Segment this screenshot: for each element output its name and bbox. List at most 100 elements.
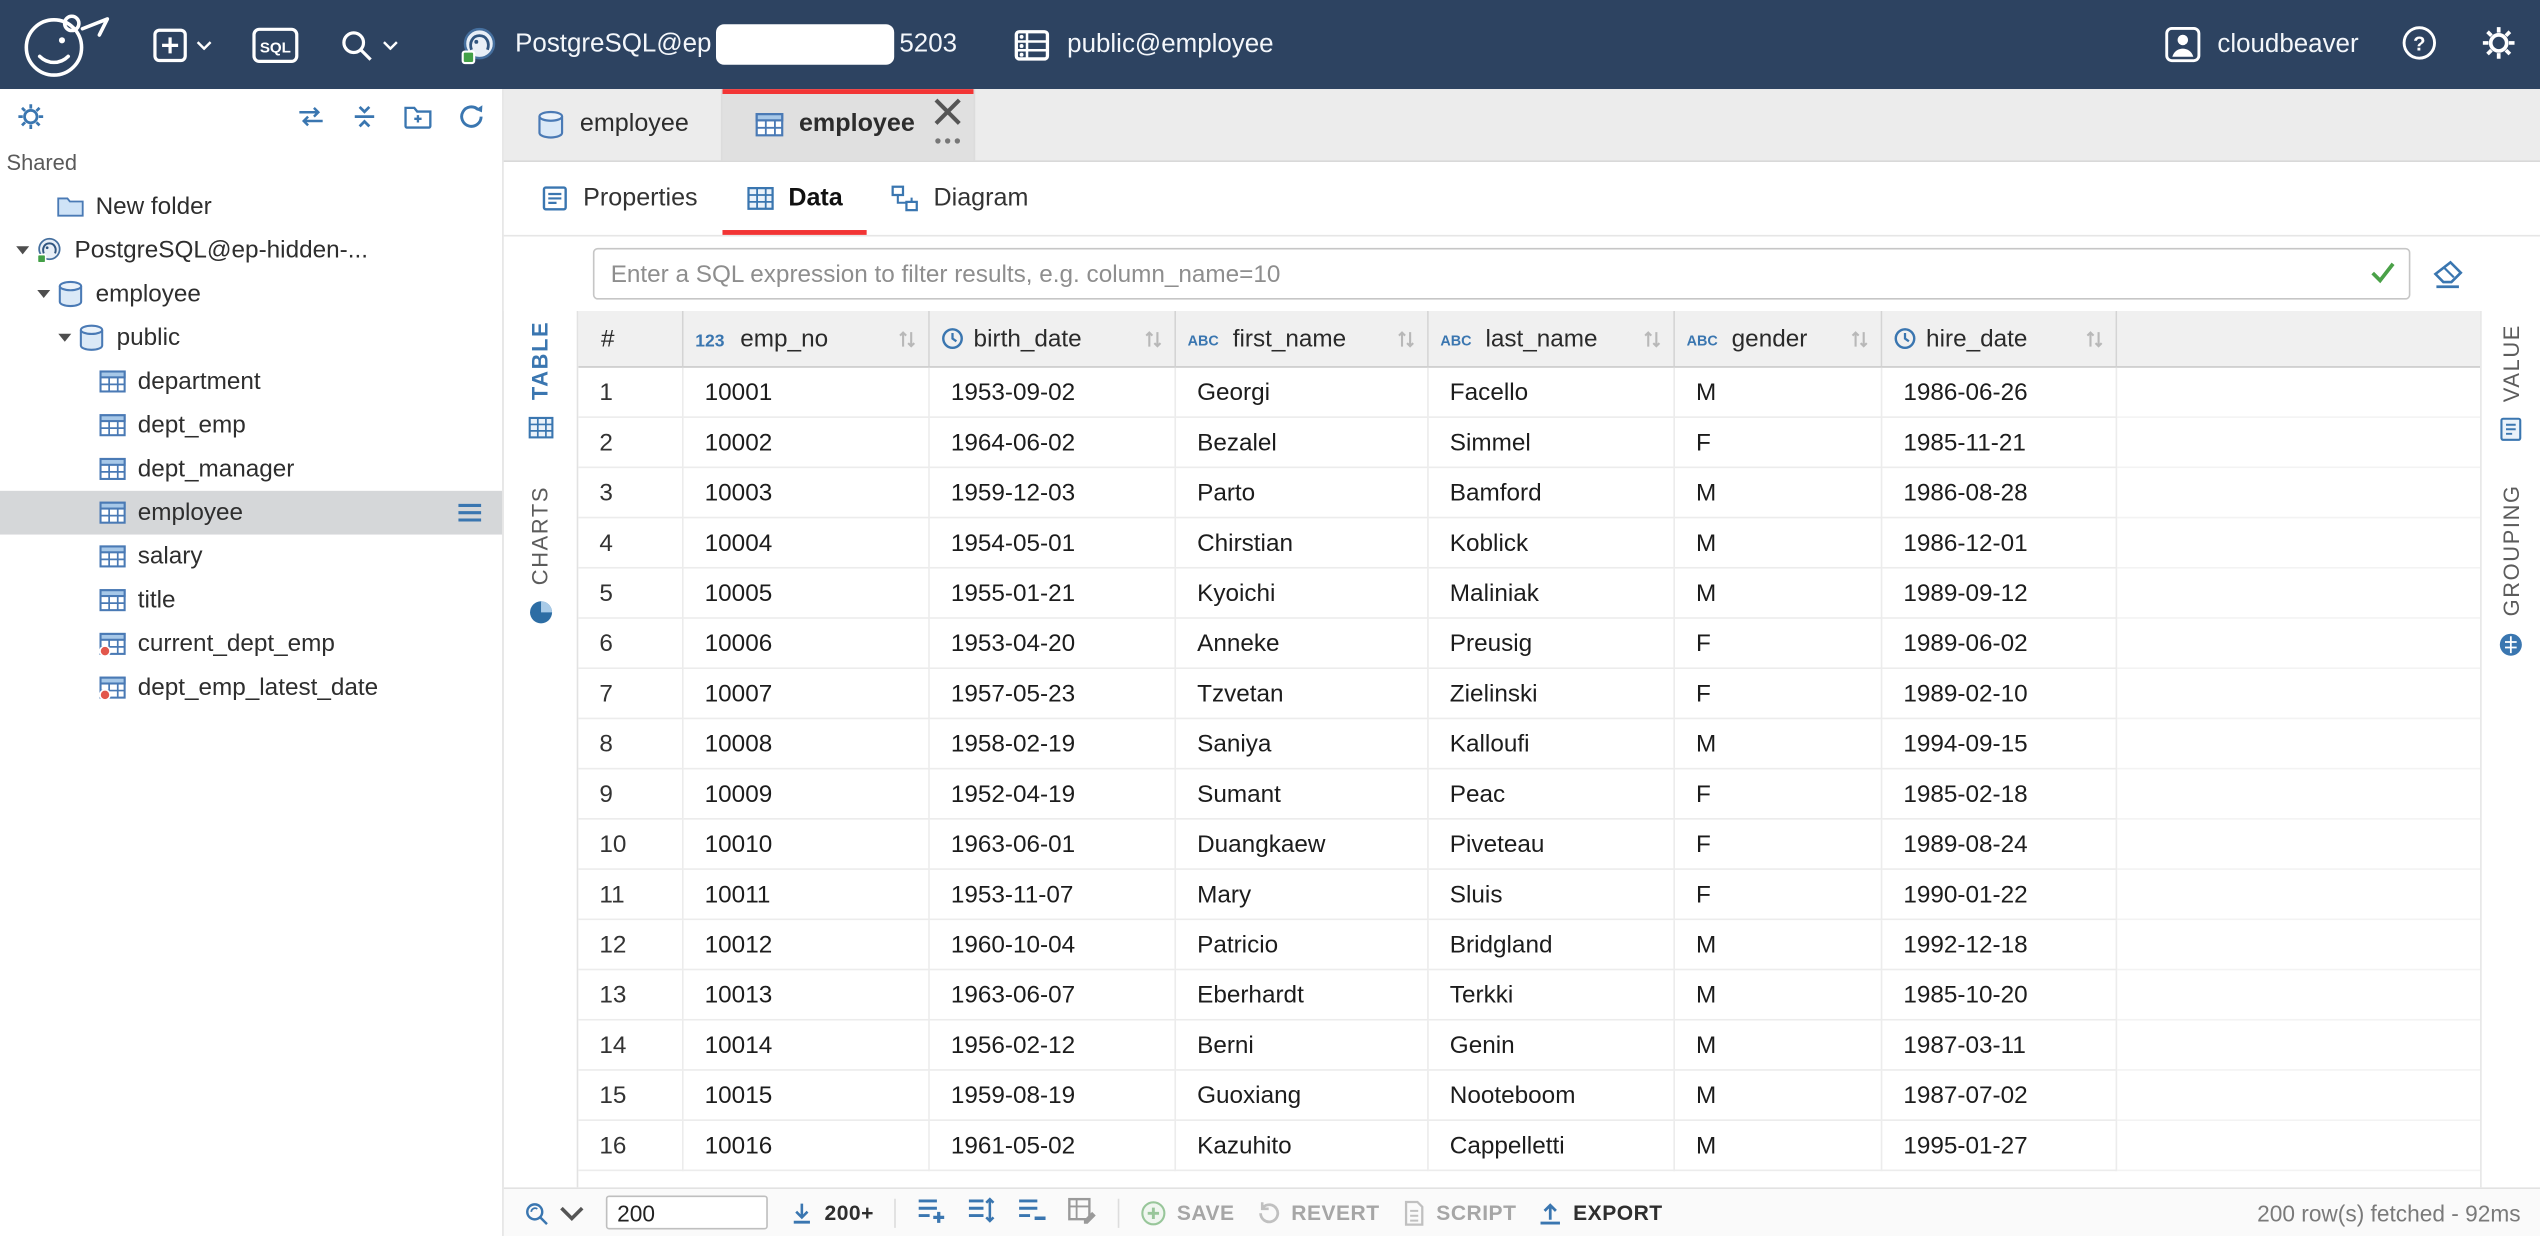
cell-emp_no[interactable]: 10014 [684, 1021, 930, 1071]
settings-button[interactable] [2480, 23, 2517, 65]
cell-birth_date[interactable]: 1963-06-07 [930, 970, 1176, 1020]
row-number[interactable]: 16 [578, 1121, 683, 1171]
row-number[interactable]: 1 [578, 368, 683, 418]
cell-last_name[interactable]: Zielinski [1429, 669, 1675, 719]
cell-hire_date[interactable]: 1985-11-21 [1882, 418, 2117, 468]
cell-gender[interactable]: M [1675, 368, 1882, 418]
cell-birth_date[interactable]: 1953-04-20 [930, 619, 1176, 669]
cell-first_name[interactable]: Kazuhito [1176, 1121, 1429, 1171]
cell-birth_date[interactable]: 1957-05-23 [930, 669, 1176, 719]
cell-gender[interactable]: F [1675, 769, 1882, 819]
save-button[interactable]: SAVE [1141, 1200, 1234, 1226]
revert-button[interactable]: REVERT [1256, 1200, 1380, 1226]
cell-gender[interactable]: M [1675, 518, 1882, 568]
cell-hire_date[interactable]: 1994-09-15 [1882, 719, 2117, 769]
row-number[interactable]: 13 [578, 970, 683, 1020]
cell-emp_no[interactable]: 10015 [684, 1071, 930, 1121]
cell-hire_date[interactable]: 1989-02-10 [1882, 669, 2117, 719]
cell-first_name[interactable]: Bezalel [1176, 418, 1429, 468]
cell-birth_date[interactable]: 1956-02-12 [930, 1021, 1176, 1071]
presentation-tab-charts[interactable]: CHARTS [527, 486, 553, 626]
cell-emp_no[interactable]: 10004 [684, 518, 930, 568]
cell-gender[interactable]: F [1675, 669, 1882, 719]
cloudbeaver-logo-icon[interactable] [13, 9, 120, 80]
tab-data[interactable]: Data [722, 162, 867, 235]
sync-selection-button[interactable] [296, 101, 325, 135]
cell-last_name[interactable]: Maliniak [1429, 569, 1675, 619]
sort-icon[interactable] [1396, 328, 1415, 349]
cell-emp_no[interactable]: 10009 [684, 769, 930, 819]
tree-item-dept_manager[interactable]: dept_manager [0, 447, 502, 491]
tree-item-salary[interactable]: salary [0, 535, 502, 579]
cell-birth_date[interactable]: 1958-02-19 [930, 719, 1176, 769]
cell-birth_date[interactable]: 1959-12-03 [930, 468, 1176, 518]
row-number[interactable]: 12 [578, 920, 683, 970]
cell-first_name[interactable]: Guoxiang [1176, 1071, 1429, 1121]
row-number[interactable]: 2 [578, 418, 683, 468]
new-folder-button[interactable] [403, 101, 432, 135]
column-header-birth_date[interactable]: birth_date [930, 311, 1176, 366]
cell-emp_no[interactable]: 10011 [684, 870, 930, 920]
cell-first_name[interactable]: Eberhardt [1176, 970, 1429, 1020]
sort-icon[interactable] [1643, 328, 1662, 349]
cell-birth_date[interactable]: 1953-11-07 [930, 870, 1176, 920]
cell-birth_date[interactable]: 1964-06-02 [930, 418, 1176, 468]
column-header-last_name[interactable]: ABClast_name [1429, 311, 1675, 366]
row-number[interactable]: 11 [578, 870, 683, 920]
connection-selector[interactable]: PostgreSQL@ep5203 [460, 24, 957, 64]
cell-first_name[interactable]: Georgi [1176, 368, 1429, 418]
cell-first_name[interactable]: Anneke [1176, 619, 1429, 669]
help-button[interactable]: ? [2401, 23, 2438, 65]
editor-tab-employee[interactable]: employee [504, 89, 723, 160]
cell-last_name[interactable]: Cappelletti [1429, 1121, 1675, 1171]
cell-first_name[interactable]: Duangkaew [1176, 820, 1429, 870]
tree-item-dept_emp[interactable]: dept_emp [0, 403, 502, 447]
row-number[interactable]: 14 [578, 1021, 683, 1071]
cell-gender[interactable]: M [1675, 719, 1882, 769]
cell-last_name[interactable]: Koblick [1429, 518, 1675, 568]
column-header-gender[interactable]: ABCgender [1675, 311, 1882, 366]
cell-hire_date[interactable]: 1986-08-28 [1882, 468, 2117, 518]
tree-item-PostgreSQL@ep-hidden-...[interactable]: PostgreSQL@ep-hidden-... [0, 228, 502, 272]
cell-hire_date[interactable]: 1989-09-12 [1882, 569, 2117, 619]
schema-selector[interactable]: public@employee [1012, 25, 1273, 64]
cell-hire_date[interactable]: 1987-07-02 [1882, 1071, 2117, 1121]
tree-item-employee[interactable]: employee [0, 272, 502, 316]
filter-input[interactable] [593, 248, 2411, 300]
cell-birth_date[interactable]: 1960-10-04 [930, 920, 1176, 970]
cell-gender[interactable]: M [1675, 1121, 1882, 1171]
sql-editor-button[interactable]: SQL [251, 27, 300, 63]
cell-last_name[interactable]: Kalloufi [1429, 719, 1675, 769]
sort-icon[interactable] [1850, 328, 1869, 349]
tree-item-New folder[interactable]: New folder [0, 185, 502, 229]
delete-row-button[interactable] [1018, 1195, 1047, 1229]
refresh-tree-button[interactable] [457, 101, 486, 135]
cell-gender[interactable]: M [1675, 1071, 1882, 1121]
column-header-rownum[interactable]: # [578, 311, 683, 366]
editor-tab-employee[interactable]: employee [723, 89, 975, 160]
cell-emp_no[interactable]: 10008 [684, 719, 930, 769]
row-number[interactable]: 15 [578, 1071, 683, 1121]
cell-gender[interactable]: F [1675, 870, 1882, 920]
cell-hire_date[interactable]: 1989-06-02 [1882, 619, 2117, 669]
cell-last_name[interactable]: Simmel [1429, 418, 1675, 468]
cell-emp_no[interactable]: 10013 [684, 970, 930, 1020]
sort-icon[interactable] [1144, 328, 1163, 349]
cell-hire_date[interactable]: 1992-12-18 [1882, 920, 2117, 970]
apply-filter-icon[interactable] [2370, 261, 2396, 284]
cell-last_name[interactable]: Nooteboom [1429, 1071, 1675, 1121]
cell-emp_no[interactable]: 10002 [684, 418, 930, 468]
cell-birth_date[interactable]: 1952-04-19 [930, 769, 1176, 819]
tree-item-title[interactable]: title [0, 578, 502, 622]
clear-filter-button[interactable] [2430, 258, 2466, 289]
cell-hire_date[interactable]: 1986-06-26 [1882, 368, 2117, 418]
cell-emp_no[interactable]: 10010 [684, 820, 930, 870]
cell-last_name[interactable]: Genin [1429, 1021, 1675, 1071]
menu-icon[interactable] [457, 502, 483, 523]
row-number[interactable]: 7 [578, 669, 683, 719]
tab-diagram[interactable]: Diagram [867, 162, 1053, 235]
script-button[interactable]: SCRIPT [1401, 1200, 1517, 1226]
cell-gender[interactable]: F [1675, 820, 1882, 870]
cell-first_name[interactable]: Tzvetan [1176, 669, 1429, 719]
cell-last_name[interactable]: Preusig [1429, 619, 1675, 669]
